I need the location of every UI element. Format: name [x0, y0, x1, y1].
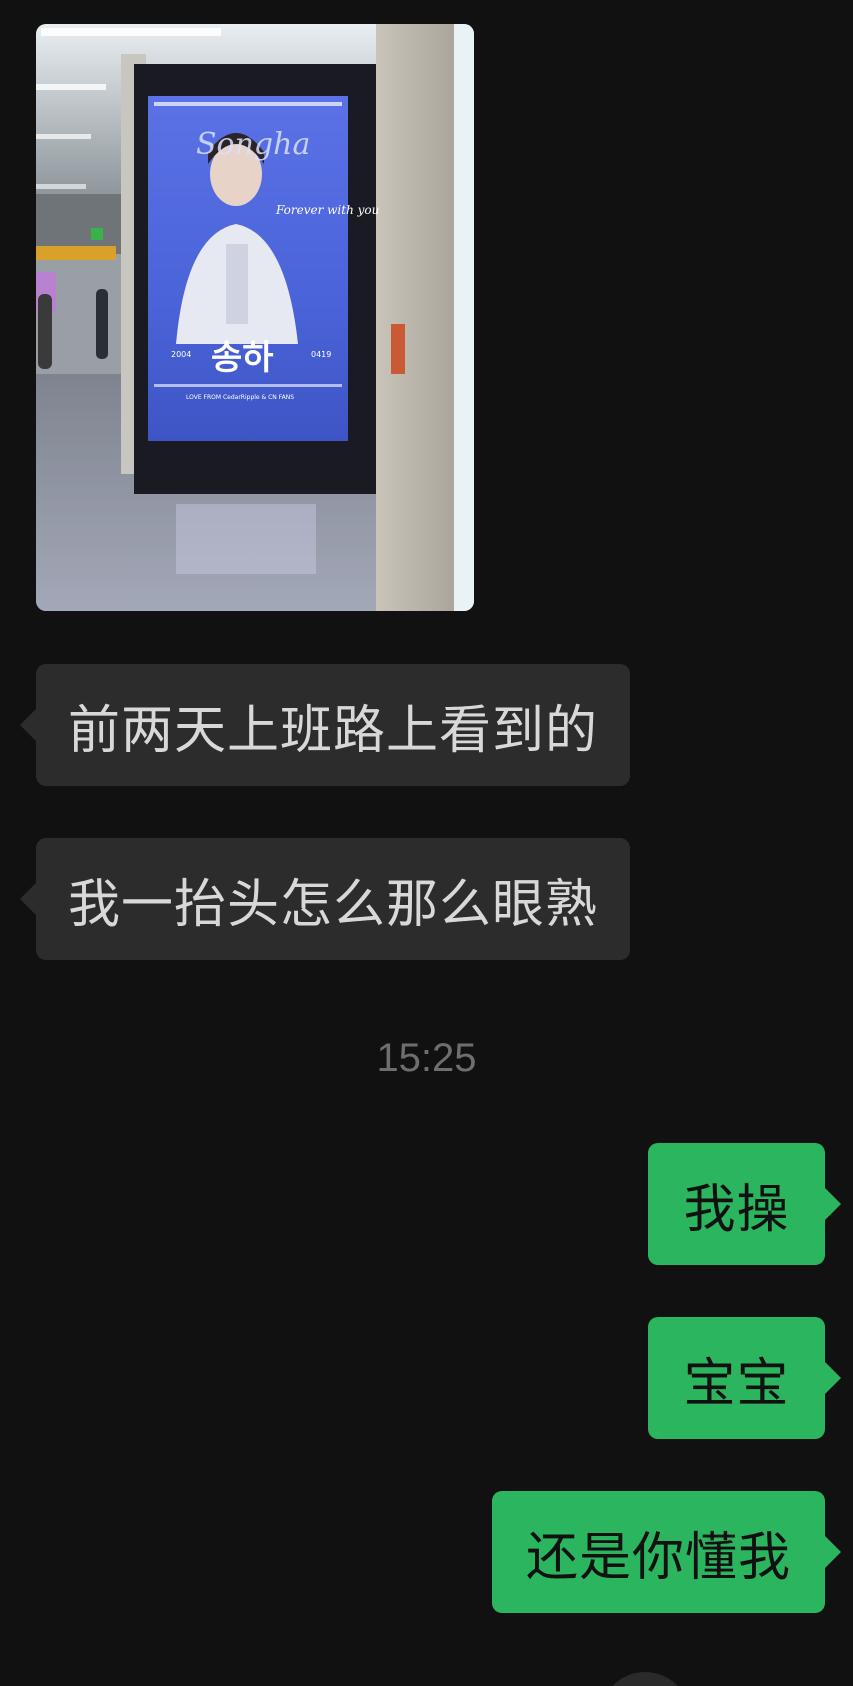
incoming-message-bubble[interactable]: 我一抬头怎么那么眼熟: [20, 838, 630, 960]
subway-poster-photo: Songha Forever with you 송하 2004 0419 LOV…: [36, 24, 474, 611]
outgoing-message-bubble[interactable]: 我操: [648, 1143, 841, 1265]
chat-window: Songha Forever with you 송하 2004 0419 LOV…: [0, 0, 853, 1686]
message-timestamp: 15:25: [376, 1036, 477, 1080]
poster-name: 송하: [211, 338, 274, 378]
poster-title: Songha: [196, 127, 310, 162]
poster-footer: LOVE FROM CedarRipple & CN FANS: [186, 394, 294, 401]
incoming-message-bubble[interactable]: 前两天上班路上看到的: [20, 664, 630, 786]
message-text: 我操: [683, 1179, 790, 1240]
poster-year: 2004: [171, 350, 191, 359]
outgoing-message-bubble[interactable]: 还是你懂我: [492, 1491, 841, 1613]
outgoing-message-bubble[interactable]: 宝宝: [648, 1317, 841, 1439]
message-text: 前两天上班路上看到的: [67, 700, 598, 761]
avatar[interactable]: [600, 1672, 690, 1686]
poster-tagline: Forever with you: [275, 203, 379, 217]
message-text: 我一抬头怎么那么眼熟: [67, 874, 598, 935]
message-text: 宝宝: [683, 1353, 790, 1414]
message-text: 还是你懂我: [525, 1527, 791, 1588]
photo-message[interactable]: Songha Forever with you 송하 2004 0419 LOV…: [36, 24, 474, 611]
poster-date: 0419: [311, 350, 331, 359]
